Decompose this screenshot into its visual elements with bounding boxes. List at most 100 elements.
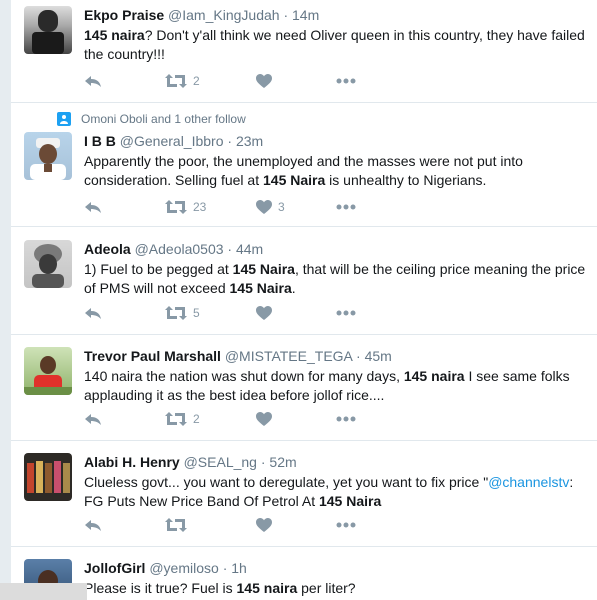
tweet-header: Trevor Paul Marshall @MISTATEE_TEGA · 45…	[84, 347, 587, 365]
retweet-button[interactable]: 2	[165, 71, 256, 91]
keyword-highlight: 145 Naira	[232, 261, 295, 277]
separator-dot: ·	[356, 348, 361, 364]
more-icon	[336, 204, 356, 210]
like-button[interactable]	[256, 71, 336, 91]
more-button[interactable]	[336, 71, 356, 91]
tweet-text: Please is it true? Fuel is 145 naira per…	[84, 579, 587, 598]
author-name[interactable]: Alabi H. Henry	[84, 454, 180, 470]
tweet-header: Alabi H. Henry @SEAL_ng · 52m	[84, 453, 587, 471]
like-button[interactable]: 3	[256, 197, 336, 217]
separator-dot: ·	[227, 133, 233, 149]
more-icon	[336, 416, 356, 422]
tweet-header: JollofGirl @yemiloso · 1h	[84, 559, 587, 577]
reply-button[interactable]	[84, 409, 165, 429]
tweet-item[interactable]: JollofGirl @yemiloso · 1h Please is it t…	[11, 546, 597, 600]
more-button[interactable]	[336, 197, 356, 217]
tweet-item[interactable]: Trevor Paul Marshall @MISTATEE_TEGA · 45…	[11, 334, 597, 441]
tweet-text: Apparently the poor, the unemployed and …	[84, 152, 587, 189]
tweet-actions: 2	[84, 71, 356, 91]
tweet-timeline: Ekpo Praise @Iam_KingJudah · 14m 145 nai…	[11, 0, 597, 600]
author-handle[interactable]: @MISTATEE_TEGA	[225, 348, 352, 364]
author-handle[interactable]: @SEAL_ng	[184, 454, 257, 470]
heart-icon	[256, 518, 272, 532]
reply-icon	[85, 414, 101, 425]
author-name[interactable]: Adeola	[84, 241, 131, 257]
reply-icon	[85, 76, 101, 87]
more-icon	[336, 522, 356, 528]
keyword-highlight: 145 naira	[236, 580, 298, 596]
author-name[interactable]: JollofGirl	[84, 560, 145, 576]
tweet-text-segment: 140 naira the nation was shut down for m…	[84, 368, 404, 384]
heart-icon	[256, 74, 272, 88]
social-context-text: Omoni Oboli and 1 other follow	[81, 112, 246, 126]
like-button[interactable]	[256, 409, 336, 429]
avatar[interactable]	[24, 6, 72, 54]
like-button[interactable]	[256, 515, 336, 535]
keyword-highlight: 145 naira	[84, 27, 145, 43]
more-button[interactable]	[336, 515, 356, 535]
retweet-count: 2	[193, 74, 200, 88]
author-handle[interactable]: @Iam_KingJudah	[168, 7, 280, 23]
tweet-item[interactable]: Ekpo Praise @Iam_KingJudah · 14m 145 nai…	[11, 0, 597, 103]
tweet-text-segment: is unhealthy to Nigerians.	[325, 171, 487, 188]
more-button[interactable]	[336, 409, 356, 429]
author-name[interactable]: Ekpo Praise	[84, 7, 164, 23]
reply-button[interactable]	[84, 303, 165, 323]
tweet-text-segment: 1) Fuel to be pegged at	[84, 261, 233, 277]
tweet-time[interactable]: 45m	[365, 348, 392, 364]
reply-button[interactable]	[84, 71, 165, 91]
retweet-icon	[165, 412, 187, 426]
retweet-count: 5	[193, 306, 200, 320]
retweet-count: 23	[193, 200, 207, 214]
more-icon	[336, 310, 356, 316]
bottom-overlay-bar	[0, 583, 87, 600]
like-button[interactable]	[256, 303, 336, 323]
avatar[interactable]	[24, 132, 72, 180]
author-name[interactable]: Trevor Paul Marshall	[84, 348, 221, 364]
reply-button[interactable]	[84, 515, 165, 535]
tweet-text-segment: per liter?	[297, 580, 356, 596]
keyword-highlight: 145 Naira	[263, 171, 326, 188]
tweet-item[interactable]: Adeola @Adeola0503 · 44m 1) Fuel to be p…	[11, 226, 597, 335]
tweet-text-segment: ? Don't y'all think we need Oliver queen…	[84, 27, 585, 62]
separator-dot: ·	[283, 7, 289, 23]
tweet-text-segment: .	[291, 279, 296, 296]
tweet-text: 140 naira the nation was shut down for m…	[84, 367, 587, 404]
separator-dot: ·	[222, 560, 228, 576]
retweet-button[interactable]: 23	[165, 197, 256, 217]
like-count: 3	[278, 200, 285, 214]
tweet-text-segment: Please is it true? Fuel is	[84, 580, 237, 596]
retweet-icon	[165, 200, 187, 214]
tweet-time[interactable]: 1h	[231, 560, 247, 576]
keyword-highlight: 145 Naira	[229, 279, 292, 296]
author-handle[interactable]: @yemiloso	[149, 560, 218, 576]
author-handle[interactable]: @Adeola0503	[135, 241, 224, 257]
avatar[interactable]	[24, 240, 72, 288]
reply-button[interactable]	[84, 197, 165, 217]
more-button[interactable]	[336, 303, 356, 323]
retweet-icon	[165, 74, 187, 88]
tweet-time[interactable]: 23m	[236, 133, 263, 149]
retweet-count: 2	[193, 412, 200, 426]
tweet-time[interactable]: 44m	[236, 241, 263, 257]
tweet-header: Adeola @Adeola0503 · 44m	[84, 240, 587, 258]
heart-icon	[256, 412, 272, 426]
author-name[interactable]: I B B	[84, 133, 116, 149]
retweet-button[interactable]: 5	[165, 303, 256, 323]
retweet-button[interactable]: 2	[165, 409, 256, 429]
tweet-time[interactable]: 14m	[292, 7, 319, 23]
follow-icon	[57, 112, 71, 126]
mention-link[interactable]: @channelstv	[488, 474, 569, 490]
keyword-highlight: 145 Naira	[318, 492, 382, 509]
tweet-item[interactable]: Alabi H. Henry @SEAL_ng · 52m Clueless g…	[11, 440, 597, 547]
tweet-time[interactable]: 52m	[269, 454, 296, 470]
tweet-actions: 2	[84, 409, 356, 429]
heart-icon	[256, 306, 272, 320]
more-icon	[336, 78, 356, 84]
avatar[interactable]	[24, 347, 72, 395]
tweet-item[interactable]: Omoni Oboli and 1 other follow I B B @Ge…	[11, 102, 597, 227]
retweet-button[interactable]	[165, 515, 256, 535]
social-context[interactable]: Omoni Oboli and 1 other follow	[57, 112, 246, 126]
author-handle[interactable]: @General_Ibbro	[120, 133, 224, 149]
avatar[interactable]	[24, 453, 72, 501]
